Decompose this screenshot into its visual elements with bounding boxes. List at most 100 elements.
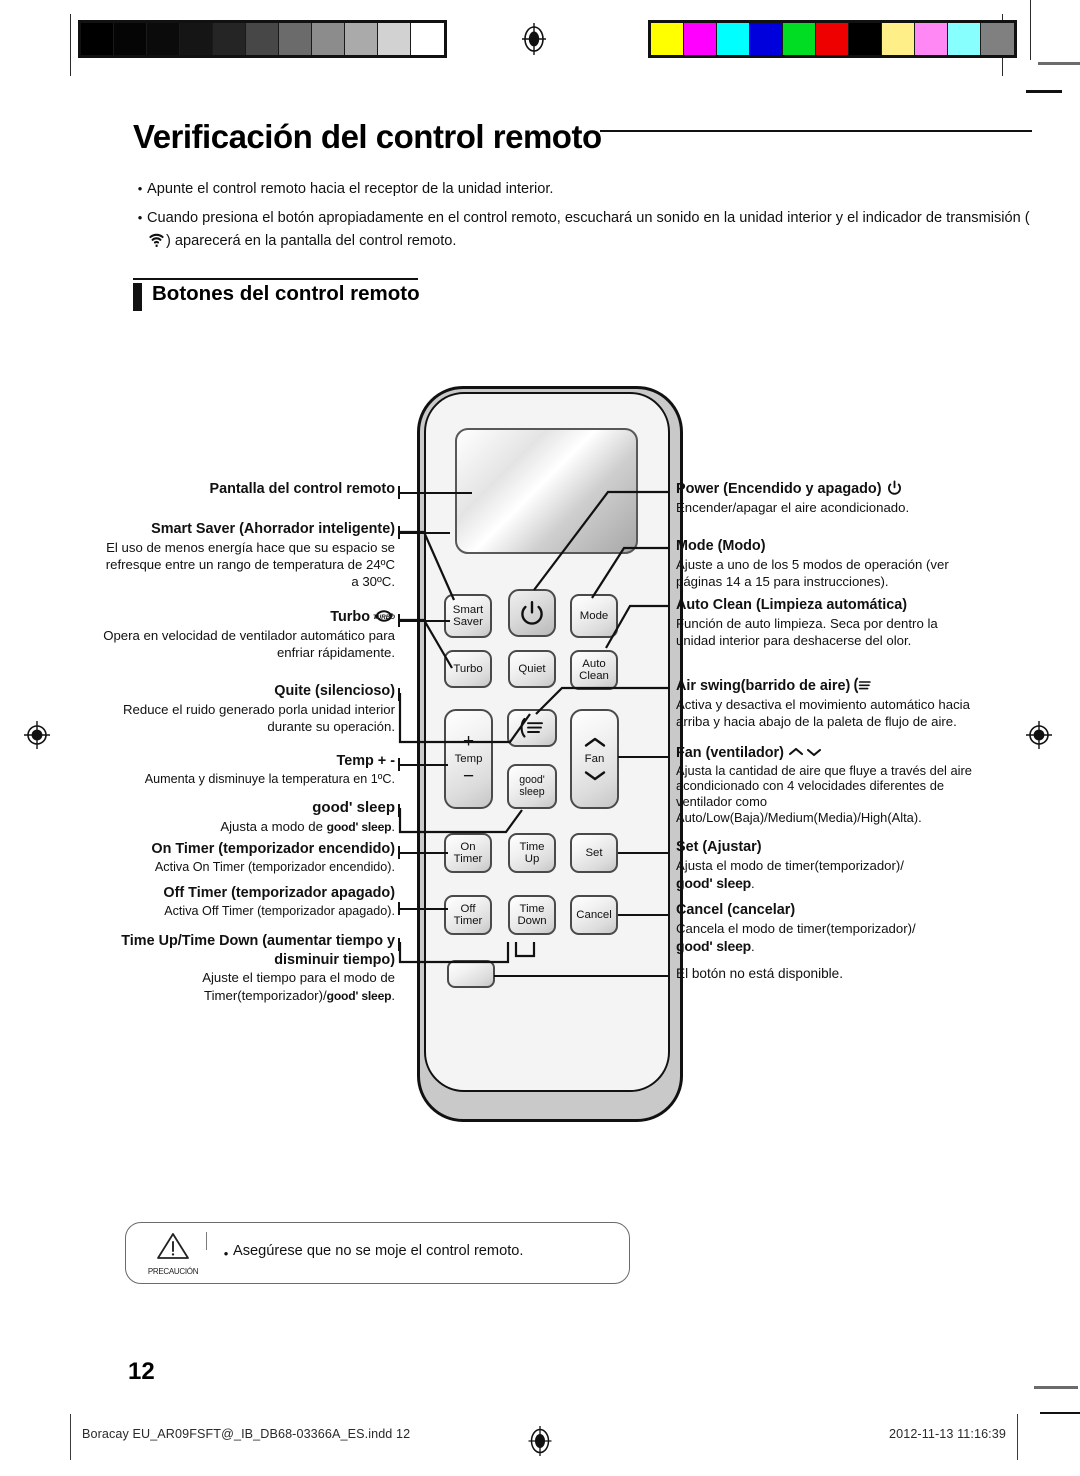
intro-bullet-1-text: Apunte el control remoto hacia el recept…	[147, 181, 554, 197]
color-swatch	[180, 23, 213, 55]
leader-tick-display	[398, 486, 400, 499]
leader-tick-fan	[668, 750, 670, 763]
good-sleep-desc-brand: good' sleep	[326, 819, 392, 834]
remote-button-cancel[interactable]: Cancel	[570, 895, 618, 935]
leader-line-smart-saver-angle	[400, 530, 456, 601]
leader-line-off-timer	[400, 908, 448, 910]
cancel-label: Cancel	[576, 908, 612, 921]
caution-body: • Asegúrese que no se moje el control re…	[219, 1243, 524, 1264]
off-timer-label-1: Off	[460, 902, 476, 915]
crop-mark-corner-horizontal	[1038, 62, 1080, 65]
leader-line-temp	[400, 764, 448, 766]
leader-line-fan	[618, 756, 670, 758]
color-swatch	[651, 23, 684, 55]
callout-smart-saver: Smart Saver (Ahorrador inteligente) El u…	[100, 520, 395, 590]
remote-button-quiet[interactable]: Quiet	[508, 650, 556, 688]
callout-air-swing-label: Air swing(barrido de aire)	[676, 678, 851, 694]
footer-rule-right	[1017, 1414, 1018, 1460]
color-swatch	[114, 23, 147, 55]
temp-label: Temp	[454, 752, 483, 765]
intro-bullets: • Apunte el control remoto hacia el rece…	[133, 178, 1038, 259]
time-down-label-1: Time	[519, 902, 545, 915]
time-down-label-2: Down	[517, 915, 547, 927]
callout-cancel-desc: Cancela el modo de timer(temporizador)/g…	[676, 920, 976, 955]
on-timer-label-2: Timer	[453, 853, 483, 865]
cancel-desc-pre: Cancela el modo de timer(temporizador)/	[676, 920, 916, 936]
callout-off-timer: Off Timer (temporizador apagado) Activa …	[95, 884, 395, 919]
callout-power-label: Power (Encendido y apagado)	[676, 481, 882, 497]
turbo-icon: TURBO	[373, 610, 395, 622]
callout-fan-desc: Ajusta la cantidad de aire que fluye a t…	[676, 762, 972, 825]
color-swatch	[981, 23, 1014, 55]
callout-turbo: Turbo TURBO Opera en velocidad de ventila…	[100, 608, 395, 661]
color-swatch	[246, 23, 279, 55]
callout-set-desc: Ajusta el modo de timer(temporizador)/go…	[676, 857, 976, 892]
callout-good-sleep-label: good' sleep	[312, 799, 395, 816]
transmission-signal-icon	[149, 234, 164, 248]
callout-power: Power (Encendido y apagado) Encender/apa…	[676, 480, 976, 516]
callout-turbo-desc: Opera en velocidad de ventilador automát…	[103, 627, 395, 660]
registration-target-left-icon	[24, 721, 50, 749]
grayscale-color-bar	[78, 20, 447, 58]
callout-turbo-label: Turbo	[330, 609, 370, 625]
cancel-desc-post: .	[751, 938, 755, 954]
auto-clean-label-1: Auto	[582, 657, 606, 670]
caution-label: PRECAUCIÓN	[147, 1267, 199, 1276]
callout-temp-label: Temp + -	[336, 753, 395, 769]
intro-bullet-2-text: Cuando presiona el botón apropiadamente …	[147, 207, 1038, 254]
fan-chevrons-icon	[788, 747, 821, 757]
intro-bullet-2-line2b: ) aparecerá en la pantalla del control r…	[166, 233, 457, 250]
callout-air-swing-desc: Activa y desactiva el movimiento automát…	[676, 696, 970, 729]
section-heading-bar	[133, 283, 142, 311]
leader-line-quiet-angle	[398, 693, 531, 744]
registration-target-bottom-icon	[528, 1426, 552, 1456]
temp-minus-label: −	[462, 766, 475, 788]
quiet-label: Quiet	[518, 662, 546, 675]
leader-line-display	[400, 492, 472, 494]
callout-quiet: Quite (silencioso) Reduce el ruido gener…	[100, 682, 395, 735]
caution-icon-block: PRECAUCIÓN	[144, 1231, 202, 1276]
leader-line-auto-clean-angle	[605, 604, 670, 649]
leader-tick-mode	[668, 541, 670, 554]
caution-text: Asegúrese que no se moje el control remo…	[233, 1243, 524, 1259]
remote-button-power[interactable]	[508, 589, 556, 637]
callout-time-up-down-desc: Ajuste el tiempo para el modo de Timer(t…	[110, 969, 395, 1004]
color-swatch	[915, 23, 948, 55]
callout-air-swing-label-row: Air swing(barrido de aire)	[676, 677, 976, 696]
color-swatch	[882, 23, 915, 55]
chevron-up-icon	[584, 737, 605, 747]
remote-button-set[interactable]: Set	[570, 833, 618, 873]
callout-good-sleep-desc: Ajusta a modo de good' sleep.	[100, 818, 395, 836]
intro-bullet-2-line2a: transmisión (	[946, 209, 1030, 226]
callout-unavailable: El botón no está disponible.	[676, 965, 976, 983]
color-swatch	[948, 23, 981, 55]
crop-mark-corner-vertical	[1030, 0, 1031, 60]
remote-button-time-down[interactable]: Time Down	[508, 895, 556, 935]
crop-mark-bottom-right-2	[1040, 1412, 1080, 1414]
cancel-desc-brand: good' sleep	[676, 937, 752, 954]
callout-on-timer-label: On Timer (temporizador encendido)	[151, 841, 395, 857]
remote-button-auto-clean[interactable]: Auto Clean	[570, 650, 618, 690]
callout-off-timer-label: Off Timer (temporizador apagado)	[163, 885, 395, 901]
auto-clean-label-2: Clean	[579, 670, 609, 682]
color-swatch	[717, 23, 750, 55]
color-swatch	[684, 23, 717, 55]
leader-tick-set	[668, 846, 670, 859]
remote-button-off-timer[interactable]: Off Timer	[444, 895, 492, 935]
time-updown-desc-brand: good' sleep	[326, 988, 392, 1003]
callout-fan-label: Fan (ventilador)	[676, 745, 784, 761]
color-swatch	[849, 23, 882, 55]
smart-saver-label-1: Smart	[452, 603, 484, 616]
callout-quiet-desc: Reduce el ruido generado porla unidad in…	[123, 701, 395, 734]
remote-button-fan[interactable]: Fan	[570, 709, 619, 809]
leader-tick-air-swing	[668, 681, 670, 694]
registration-target-right-icon	[1026, 721, 1052, 749]
callout-cancel-label: Cancel (cancelar)	[676, 902, 796, 918]
remote-button-good-sleep[interactable]: good' sleep	[507, 764, 557, 809]
callout-fan: Fan (ventilador) Ajusta la cantidad de a…	[676, 745, 976, 826]
power-icon	[521, 600, 543, 625]
callout-quiet-label: Quite (silencioso)	[274, 683, 395, 699]
callout-fan-label-row: Fan (ventilador)	[676, 745, 976, 763]
callout-auto-clean-label: Auto Clean (Limpieza automática)	[676, 597, 908, 613]
leader-line-time-updown-angle	[398, 942, 536, 964]
